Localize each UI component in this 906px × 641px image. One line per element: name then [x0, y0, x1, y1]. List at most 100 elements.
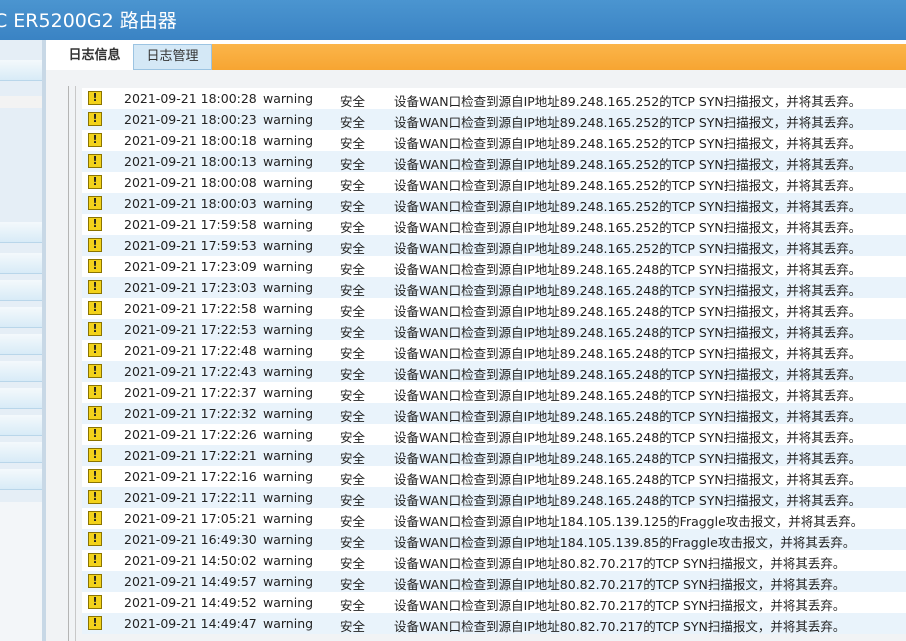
log-type: 安全 [340, 325, 366, 340]
table-row: ! 2021-09-21 14:50:02 warning 安全 设备WAN口检查到源自… [82, 550, 906, 571]
log-level: warning [263, 196, 314, 211]
log-message: 设备WAN口检查到源自IP地址89.248.165.248的TCP SYN扫描报… [394, 451, 862, 466]
log-level: warning [263, 238, 314, 253]
log-time: 2021-09-21 17:05:21 [124, 511, 257, 526]
log-type: 安全 [340, 178, 366, 193]
sidebar-item[interactable] [0, 253, 42, 274]
table-row: ! 2021-09-21 17:23:03 warning 安全 设备WAN口检查到源自… [82, 277, 906, 298]
log-level: warning [263, 490, 314, 505]
log-time: 2021-09-21 18:00:03 [124, 196, 257, 211]
log-time: 2021-09-21 18:00:08 [124, 175, 257, 190]
sidebar-item[interactable] [0, 388, 42, 409]
sidebar-item[interactable] [0, 334, 42, 355]
log-time: 2021-09-21 18:00:13 [124, 154, 257, 169]
log-message: 设备WAN口检查到源自IP地址80.82.70.217的TCP SYN扫描报文，… [394, 619, 846, 634]
sidebar-divider [0, 96, 42, 108]
warning-icon: ! [88, 91, 102, 105]
warning-icon: ! [88, 385, 102, 399]
warning-icon: ! [88, 259, 102, 273]
table-row: ! 2021-09-21 17:22:48 warning 安全 设备WAN口检查到源自… [82, 340, 906, 361]
table-row: ! 2021-09-21 18:00:18 warning 安全 设备WAN口检查到源自… [82, 130, 906, 151]
log-level: warning [263, 217, 314, 232]
log-message: 设备WAN口检查到源自IP地址89.248.165.252的TCP SYN扫描报… [394, 136, 862, 151]
log-message: 设备WAN口检查到源自IP地址184.105.139.85的Fraggle攻击报… [394, 535, 856, 550]
warning-icon: ! [88, 553, 102, 567]
sidebar-item[interactable] [0, 222, 42, 243]
table-row: ! 2021-09-21 17:22:53 warning 安全 设备WAN口检查到源自… [82, 319, 906, 340]
log-level: warning [263, 532, 314, 547]
tab-bar: 日志信息 日志管理 [46, 40, 906, 70]
log-level: warning [263, 385, 314, 400]
warning-icon: ! [88, 532, 102, 546]
table-row: ! 2021-09-21 17:23:09 warning 安全 设备WAN口检查到源自… [82, 256, 906, 277]
log-level: warning [263, 91, 314, 106]
log-time: 2021-09-21 17:22:37 [124, 385, 257, 400]
sidebar-item[interactable] [0, 469, 42, 490]
log-time: 2021-09-21 17:59:53 [124, 238, 257, 253]
log-level: warning [263, 154, 314, 169]
warning-icon: ! [88, 112, 102, 126]
warning-icon: ! [88, 280, 102, 294]
panel-border [68, 86, 69, 641]
warning-icon: ! [88, 364, 102, 378]
warning-icon: ! [88, 196, 102, 210]
log-time: 2021-09-21 17:22:11 [124, 490, 257, 505]
log-time: 2021-09-21 17:22:21 [124, 448, 257, 463]
table-row: ! 2021-09-21 17:22:11 warning 安全 设备WAN口检查到源自… [82, 487, 906, 508]
log-type: 安全 [340, 94, 366, 109]
sidebar-item[interactable] [0, 442, 42, 463]
log-time: 2021-09-21 18:00:23 [124, 112, 257, 127]
sidebar-item[interactable] [0, 361, 42, 382]
log-level: warning [263, 364, 314, 379]
warning-icon: ! [88, 511, 102, 525]
log-message: 设备WAN口检查到源自IP地址89.248.165.248的TCP SYN扫描报… [394, 493, 862, 508]
log-type: 安全 [340, 262, 366, 277]
log-level: warning [263, 343, 314, 358]
log-message: 设备WAN口检查到源自IP地址89.248.165.248的TCP SYN扫描报… [394, 388, 862, 403]
sidebar-item[interactable] [0, 415, 42, 436]
log-level: warning [263, 112, 314, 127]
table-row: ! 2021-09-21 17:22:58 warning 安全 设备WAN口检查到源自… [82, 298, 906, 319]
warning-icon: ! [88, 469, 102, 483]
log-time: 2021-09-21 17:22:26 [124, 427, 257, 442]
log-type: 安全 [340, 199, 366, 214]
sidebar-item[interactable] [0, 60, 42, 81]
log-level: warning [263, 301, 314, 316]
warning-icon: ! [88, 616, 102, 630]
log-content-panel: ! 2021-09-21 18:00:28 warning 安全 设备WAN口检查到源自… [46, 70, 906, 641]
table-row: ! 2021-09-21 18:00:23 warning 安全 设备WAN口检查到源自… [82, 109, 906, 130]
log-level: warning [263, 448, 314, 463]
log-type: 安全 [340, 472, 366, 487]
log-type: 安全 [340, 598, 366, 613]
log-time: 2021-09-21 16:49:30 [124, 532, 257, 547]
sidebar-footer [0, 502, 42, 641]
log-message: 设备WAN口检查到源自IP地址89.248.165.248的TCP SYN扫描报… [394, 409, 862, 424]
panel-border [75, 86, 76, 641]
log-type: 安全 [340, 283, 366, 298]
table-row: ! 2021-09-21 14:49:52 warning 安全 设备WAN口检查到源自… [82, 592, 906, 613]
log-message: 设备WAN口检查到源自IP地址89.248.165.252的TCP SYN扫描报… [394, 199, 862, 214]
tab-log-info[interactable]: 日志信息 [56, 44, 133, 70]
title-bar: C ER5200G2 路由器 [0, 0, 906, 40]
log-level: warning [263, 175, 314, 190]
log-type: 安全 [340, 556, 366, 571]
log-type: 安全 [340, 115, 366, 130]
sidebar-item[interactable] [0, 307, 42, 328]
log-message: 设备WAN口检查到源自IP地址89.248.165.248的TCP SYN扫描报… [394, 325, 862, 340]
sidebar-item[interactable] [0, 280, 42, 301]
log-type: 安全 [340, 220, 366, 235]
log-level: warning [263, 259, 314, 274]
tab-log-management[interactable]: 日志管理 [133, 44, 212, 70]
log-time: 2021-09-21 14:49:47 [124, 616, 257, 631]
table-row: ! 2021-09-21 17:59:53 warning 安全 设备WAN口检查到源自… [82, 235, 906, 256]
log-level: warning [263, 322, 314, 337]
warning-icon: ! [88, 238, 102, 252]
log-level: warning [263, 574, 314, 589]
table-row: ! 2021-09-21 16:49:30 warning 安全 设备WAN口检查到源自… [82, 529, 906, 550]
log-message: 设备WAN口检查到源自IP地址89.248.165.252的TCP SYN扫描报… [394, 178, 862, 193]
log-level: warning [263, 280, 314, 295]
log-level: warning [263, 133, 314, 148]
warning-icon: ! [88, 133, 102, 147]
log-type: 安全 [340, 451, 366, 466]
table-row: ! 2021-09-21 18:00:08 warning 安全 设备WAN口检查到源自… [82, 172, 906, 193]
